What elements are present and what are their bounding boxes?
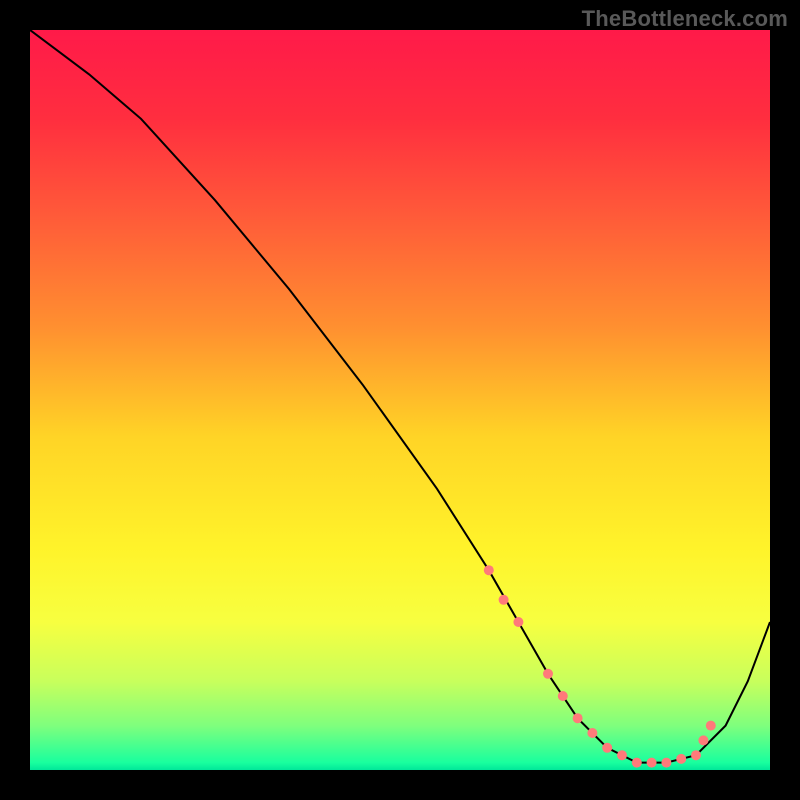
highlight-point xyxy=(573,713,583,723)
highlight-point xyxy=(647,758,657,768)
highlight-point xyxy=(543,669,553,679)
highlight-point xyxy=(676,754,686,764)
highlight-point xyxy=(617,750,627,760)
highlight-point xyxy=(602,743,612,753)
highlight-point xyxy=(632,758,642,768)
chart-svg xyxy=(30,30,770,770)
gradient-background xyxy=(30,30,770,770)
highlight-point xyxy=(691,750,701,760)
highlight-point xyxy=(698,735,708,745)
highlight-point xyxy=(499,595,509,605)
plot-area xyxy=(30,30,770,770)
highlight-point xyxy=(513,617,523,627)
highlight-point xyxy=(587,728,597,738)
highlight-point xyxy=(661,758,671,768)
highlight-point xyxy=(706,721,716,731)
chart-frame: TheBottleneck.com xyxy=(0,0,800,800)
highlight-point xyxy=(558,691,568,701)
watermark-text: TheBottleneck.com xyxy=(582,6,788,32)
highlight-point xyxy=(484,565,494,575)
